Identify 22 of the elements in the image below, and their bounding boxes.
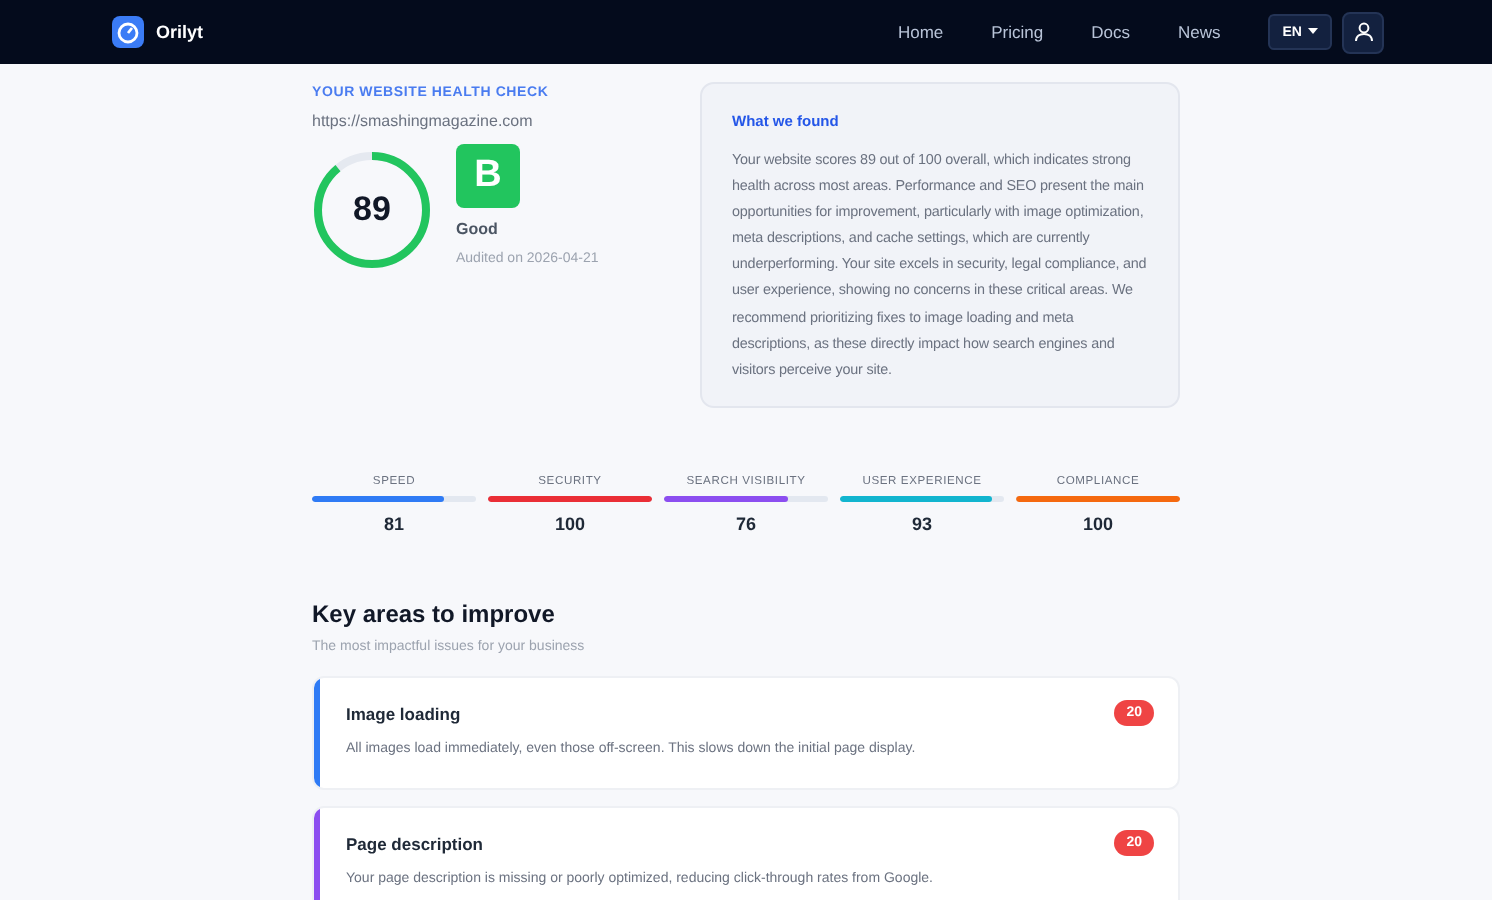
metric-value: 81 <box>383 514 404 535</box>
nav-link[interactable]: News <box>1178 22 1221 42</box>
gauge-logo-icon <box>112 16 144 48</box>
metric-value: 93 <box>911 514 932 535</box>
metric-value: 100 <box>1082 514 1114 535</box>
brand-name: Orilyt <box>156 22 204 42</box>
health-score: 89 <box>353 192 391 228</box>
metric-value: 76 <box>735 514 756 535</box>
section-heading: Key areas to improve <box>312 600 557 629</box>
metric-value: 100 <box>554 514 586 535</box>
user-icon <box>1353 22 1373 42</box>
nav-link[interactable]: Docs <box>1091 22 1130 42</box>
nav-link[interactable]: Home <box>897 22 944 42</box>
caret-icon <box>1308 28 1318 36</box>
issue-title: Page description <box>346 833 483 854</box>
user-account-button[interactable] <box>1342 11 1384 53</box>
issue-title: Image loading <box>346 703 461 724</box>
grade-badge: B <box>456 144 520 208</box>
website-url: https://smashingmagazine.com <box>312 112 535 130</box>
nav-link[interactable]: Pricing <box>991 22 1044 42</box>
score-ring <box>312 150 432 270</box>
rating-label: Good <box>456 220 500 238</box>
